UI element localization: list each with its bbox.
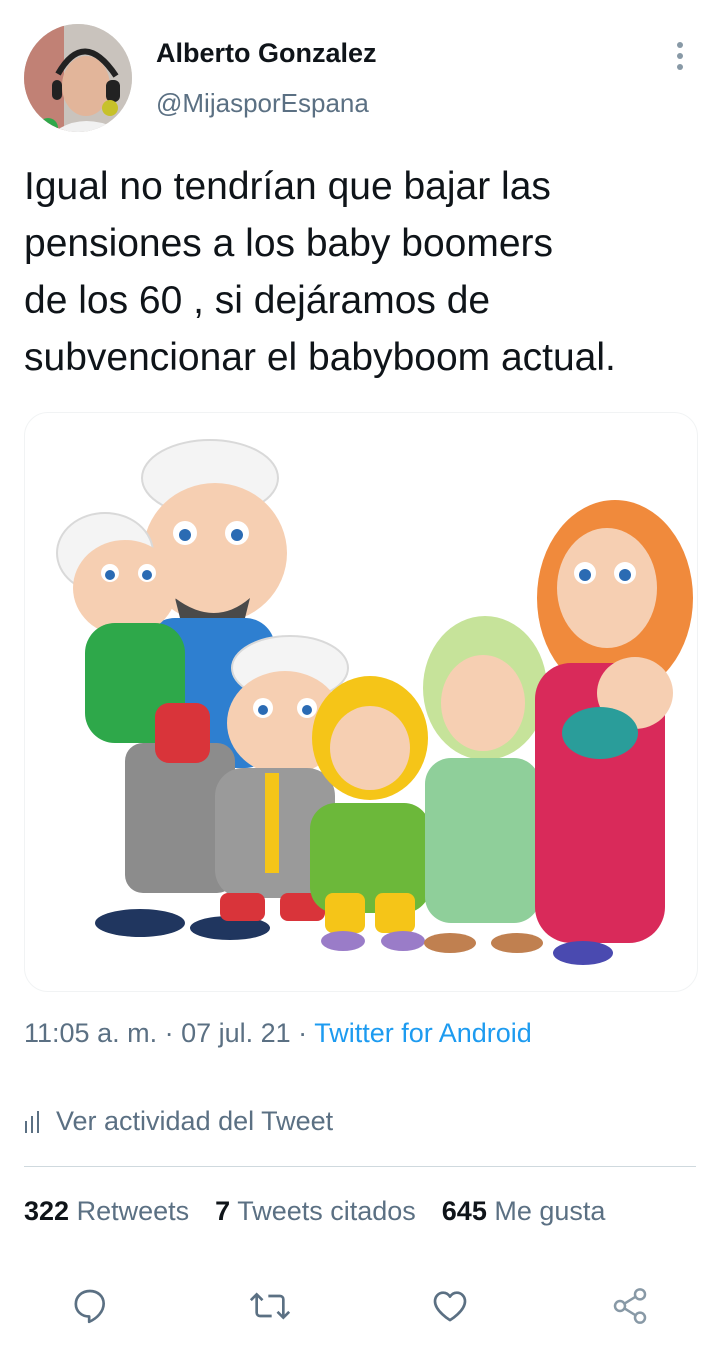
tweet-meta: 11:05 a. m. · 07 jul. 21 · Twitter for A… [24,1018,532,1049]
tweet-time[interactable]: 11:05 a. m. [24,1018,157,1048]
girl-green-figure [423,616,547,953]
share-button[interactable] [606,1282,654,1330]
tweet-line: pensiones a los baby boomers [24,222,553,265]
family-illustration [56,439,693,965]
retweets-count: 322 [24,1196,70,1226]
divider [24,1166,696,1167]
tweet-line: subvencionar el babyboom actual. [24,336,616,379]
like-button[interactable] [426,1282,474,1330]
meta-separator: · [290,1018,315,1048]
tweet-date[interactable]: 07 jul. 21 [181,1018,291,1048]
author-handle[interactable]: @MijasporEspana [156,88,369,119]
view-activity-button[interactable]: Ver actividad del Tweet [24,1106,333,1137]
tweet-text: Igual no tendrían que bajar las pensione… [24,158,704,386]
action-bar [0,1282,720,1330]
quotes-label: Tweets citados [237,1196,416,1226]
retweet-icon [249,1292,291,1320]
more-options-button[interactable] [664,40,696,72]
retweet-button[interactable] [246,1282,294,1330]
like-icon [433,1291,467,1322]
likes-label: Me gusta [494,1196,606,1226]
avatar-image [24,24,132,132]
tweet-stats: 322 Retweets 7 Tweets citados 645 Me gus… [24,1196,605,1227]
quotes-count: 7 [215,1196,231,1226]
more-vertical-icon [677,42,683,70]
likes-count: 645 [441,1196,487,1226]
analytics-icon [25,1110,39,1133]
tweet-source-link[interactable]: Twitter for Android [314,1018,532,1048]
retweets-stat[interactable]: 322 Retweets [24,1196,189,1227]
quotes-stat[interactable]: 7 Tweets citados [215,1196,416,1227]
share-icon [613,1288,647,1324]
retweets-label: Retweets [76,1196,190,1226]
girl-yellow-figure [310,676,430,951]
view-activity-label: Ver actividad del Tweet [56,1106,334,1136]
tweet-line: Igual no tendrían que bajar las [24,165,551,208]
tweet-media[interactable] [24,412,698,992]
likes-stat[interactable]: 645 Me gusta [442,1196,606,1227]
author-name[interactable]: Alberto Gonzalez [156,38,377,69]
mother-figure [535,500,693,965]
meta-separator: · [157,1018,182,1048]
reply-icon [74,1289,105,1324]
reply-button[interactable] [66,1282,114,1330]
tweet-line: de los 60 , si dejáramos de [24,279,491,322]
avatar[interactable] [24,24,132,132]
